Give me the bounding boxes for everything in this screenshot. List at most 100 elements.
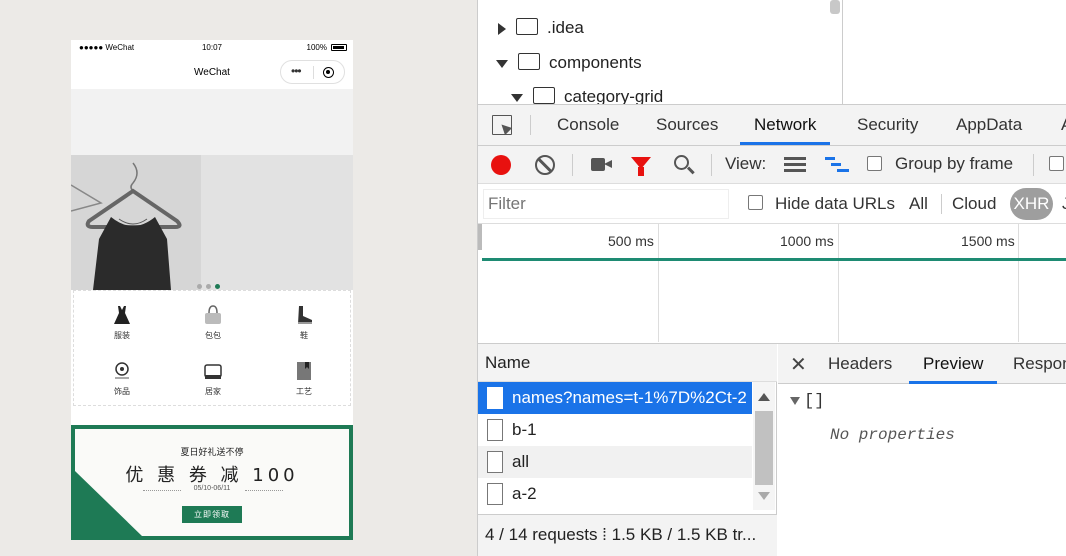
category-item[interactable]: 鞋 (274, 304, 334, 341)
detail-tab-bar: ✕ Headers Preview Respon (778, 344, 1066, 384)
timeline-gridline (838, 224, 839, 342)
banner-image (71, 155, 353, 290)
tab-network[interactable]: Network (740, 105, 831, 145)
name-column-header[interactable]: Name (478, 344, 777, 382)
request-list-scrollbar[interactable] (753, 382, 775, 510)
clear-icon[interactable] (535, 155, 555, 175)
devtools-panel: .idea components category-grid Console S… (477, 0, 1066, 556)
carousel-dot[interactable] (206, 284, 211, 289)
claim-coupon-button[interactable]: 立即领取 (182, 506, 242, 523)
toolbar-divider (530, 115, 531, 135)
carousel-dot-active[interactable] (215, 284, 220, 289)
coupon-divider (245, 490, 283, 491)
group-by-frame-label: Group by frame (895, 154, 1014, 173)
filter-type-cloud[interactable]: Cloud (952, 194, 996, 214)
tab-appdata[interactable]: AppData (956, 105, 1022, 145)
banner-carousel[interactable] (71, 155, 353, 290)
collapse-arrow-icon[interactable] (496, 59, 508, 68)
tab-response[interactable]: Respon (1013, 344, 1066, 384)
waterfall-icon[interactable] (825, 157, 849, 172)
timeline-handle[interactable] (478, 224, 482, 250)
filter-icon[interactable] (631, 157, 651, 176)
scroll-down-icon[interactable] (758, 492, 770, 500)
group-by-frame-checkbox[interactable] (867, 156, 882, 171)
tree-item-idea[interactable]: .idea (498, 14, 584, 42)
tree-item-label: .idea (547, 18, 584, 37)
collapse-arrow-icon[interactable] (790, 396, 800, 405)
request-row[interactable]: b-1 (478, 414, 752, 446)
preserve-log-checkbox[interactable] (1049, 156, 1064, 171)
timeline-label: 500 ms (608, 233, 654, 249)
nav-bar: WeChat ••• (71, 56, 353, 89)
inspect-element-icon[interactable] (492, 115, 512, 135)
toolbar-divider (941, 194, 942, 214)
large-rows-icon[interactable] (784, 157, 806, 172)
category-item[interactable]: 居家 (183, 360, 243, 397)
scroll-up-icon[interactable] (758, 393, 770, 401)
category-item[interactable]: 工艺 (274, 360, 334, 397)
no-properties-text: No properties (830, 426, 955, 444)
coupon-title: 优 惠 券 减 100 (125, 465, 299, 486)
search-icon[interactable] (674, 155, 689, 170)
tab-console[interactable]: Console (557, 105, 619, 145)
filter-type-xhr[interactable]: XHR (1010, 188, 1053, 220)
network-toolbar: View: Group by frame (478, 146, 1066, 184)
handbag-icon (205, 305, 221, 324)
folder-open-icon (533, 87, 555, 104)
request-row[interactable]: all (478, 446, 752, 478)
category-item[interactable]: 服装 (92, 304, 152, 341)
tab-security[interactable]: Security (857, 105, 918, 145)
timeline-label: 1000 ms (780, 233, 834, 249)
more-icon[interactable]: ••• (291, 64, 302, 78)
battery-percent: 100% (306, 43, 327, 52)
filter-type-js[interactable]: J (1062, 194, 1066, 214)
file-tree: .idea components category-grid (478, 0, 843, 104)
tab-preview[interactable]: Preview (909, 344, 998, 384)
close-icon[interactable]: ✕ (790, 352, 807, 377)
coupon-card: 夏日好礼送不停 优 惠 券 减 100 05/10-06/11 立即领取 (71, 425, 353, 540)
capture-screenshots-icon[interactable] (591, 158, 612, 171)
file-icon (487, 483, 503, 505)
filter-type-all[interactable]: All (909, 194, 928, 214)
category-item[interactable]: 包包 (183, 304, 243, 341)
preview-tree-root[interactable]: [] (790, 392, 824, 411)
tree-scrollbar[interactable] (830, 0, 840, 14)
folder-icon (516, 18, 538, 36)
devtools-tab-bar: Console Sources Network Security AppData… (478, 104, 1066, 146)
request-detail-panel: ✕ Headers Preview Respon [] No propertie… (778, 344, 1066, 556)
carousel-dot[interactable] (197, 284, 202, 289)
category-label: 鞋 (300, 331, 308, 340)
category-label: 服装 (114, 331, 130, 340)
record-icon[interactable] (491, 155, 511, 175)
timeline-activity-bar (482, 258, 1066, 261)
tab-overflow[interactable]: A (1061, 105, 1066, 145)
request-summary: 4 / 14 requests ⁞ 1.5 KB / 1.5 KB tr... (478, 514, 777, 556)
network-timeline[interactable]: 500 ms 1000 ms 1500 ms (478, 224, 1066, 344)
request-row[interactable]: a-2 (478, 478, 752, 510)
capsule-menu[interactable]: ••• (280, 60, 345, 84)
filter-input[interactable] (483, 189, 729, 219)
tab-sources[interactable]: Sources (656, 105, 718, 145)
close-miniprogram-icon[interactable] (323, 67, 334, 78)
collapse-arrow-icon[interactable] (511, 93, 523, 102)
tree-item-components[interactable]: components (496, 49, 642, 77)
request-row[interactable]: names?names=t-1%7D%2Ct-2 (478, 382, 752, 414)
expand-arrow-icon[interactable] (498, 22, 506, 35)
hide-data-urls-label: Hide data URLs (775, 194, 896, 213)
hide-data-urls-checkbox[interactable] (748, 195, 763, 210)
category-item[interactable]: 饰品 (92, 360, 152, 397)
coupon-subtitle: 夏日好礼送不停 (180, 447, 244, 457)
folder-open-icon (518, 53, 540, 71)
tree-item-label: category-grid (564, 87, 664, 104)
scroll-thumb[interactable] (755, 411, 773, 485)
tree-item-category-grid[interactable]: category-grid (511, 83, 663, 104)
request-name: b-1 (512, 420, 537, 439)
filter-bar: Hide data URLs All Cloud XHR J (478, 184, 1066, 224)
tab-headers[interactable]: Headers (828, 344, 892, 384)
battery-icon (331, 44, 347, 51)
header-placeholder (71, 89, 353, 155)
toolbar-divider (711, 154, 712, 176)
file-icon (487, 451, 503, 473)
phone-simulator: ●●●●● WeChat 10:07 100% WeChat ••• 服装 包包… (71, 40, 353, 540)
status-bar: ●●●●● WeChat 10:07 100% (71, 40, 353, 56)
